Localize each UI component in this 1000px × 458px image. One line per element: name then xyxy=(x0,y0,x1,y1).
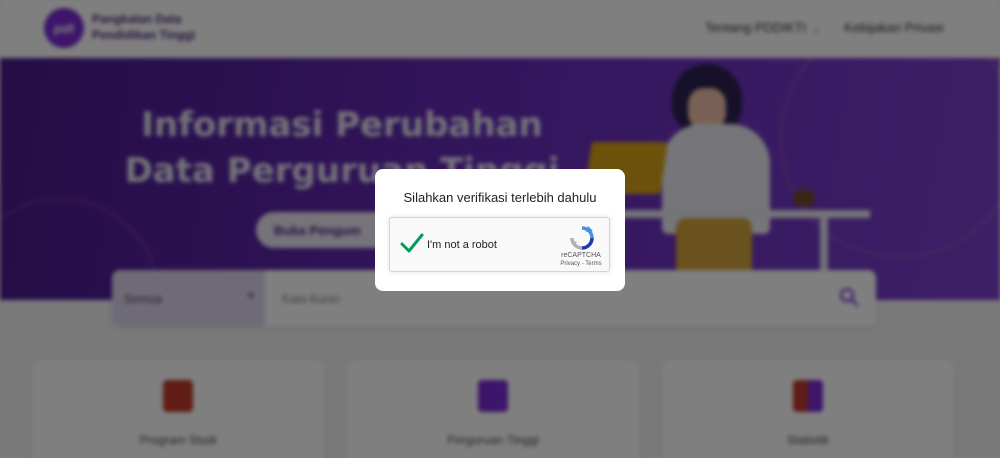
recaptcha-links: Privacy - Terms xyxy=(550,261,612,267)
check-icon[interactable] xyxy=(400,232,424,254)
verification-modal: Silahkan verifikasi terlebih dahulu I'm … xyxy=(375,169,625,291)
recaptcha-terms-link[interactable]: Terms xyxy=(585,261,601,267)
recaptcha-label: I'm not a robot xyxy=(427,239,497,251)
recaptcha-brand: reCAPTCHA xyxy=(561,252,601,259)
modal-title: Silahkan verifikasi terlebih dahulu xyxy=(403,190,597,205)
recaptcha-logo-icon xyxy=(570,226,594,250)
recaptcha-widget: I'm not a robot reCAPTCHA Privacy - Term… xyxy=(389,217,610,272)
recaptcha-privacy-link[interactable]: Privacy xyxy=(560,261,580,267)
